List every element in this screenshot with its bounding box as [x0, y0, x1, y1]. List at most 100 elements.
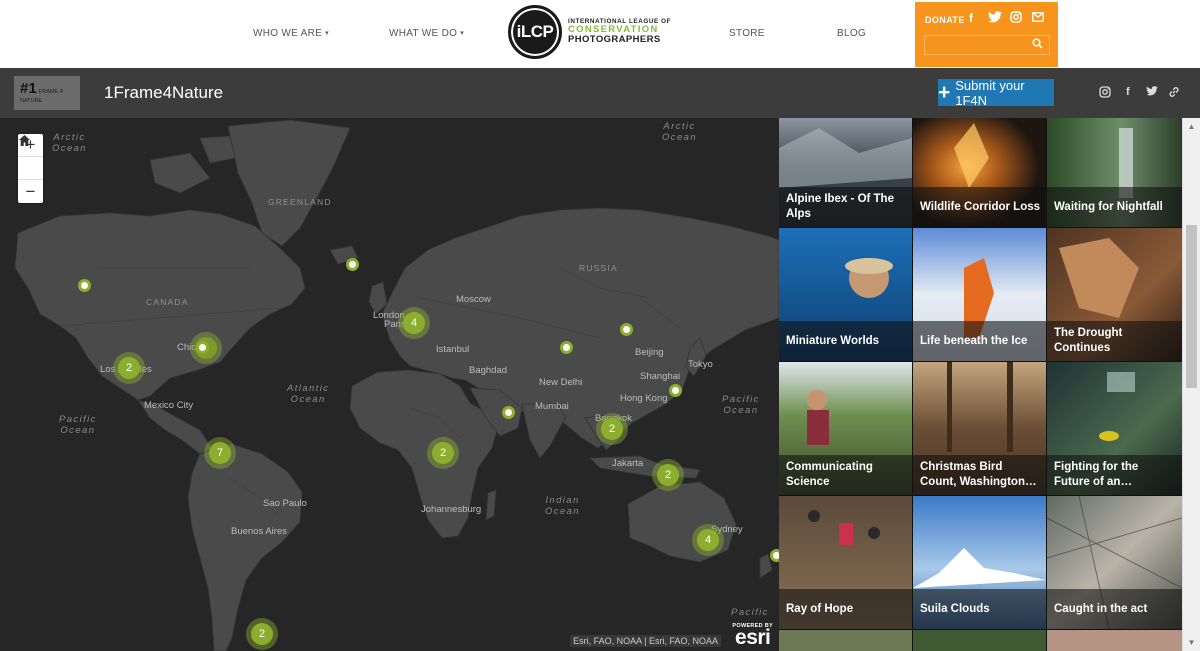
city-label: Moscow	[456, 294, 491, 305]
search-icon[interactable]	[1032, 38, 1043, 52]
gallery-tile[interactable]: Caught in the act	[1047, 496, 1182, 629]
map-attribution[interactable]: Esri, FAO, NOAA | Esri, FAO, NOAA	[570, 635, 721, 647]
city-label: Jakarta	[612, 458, 644, 469]
chevron-down-icon: ▾	[460, 30, 465, 37]
gallery-tile[interactable]: Wildlife Corridor Loss	[913, 118, 1046, 227]
nav-blog-label: BLOG	[837, 28, 866, 39]
cluster-count: 2	[657, 464, 679, 486]
region-label-russia: RUSSIA	[579, 263, 618, 273]
donate-link[interactable]: DONATE	[925, 15, 965, 25]
site-navigation: WHO WE ARE ▾ WHAT WE DO ▾ iL CP INTERNATION…	[0, 0, 1200, 68]
chevron-down-icon: ▾	[325, 30, 329, 37]
zoom-control: + −	[18, 134, 43, 203]
instagram-icon[interactable]	[1010, 11, 1022, 26]
zoom-out-button[interactable]: −	[18, 180, 43, 203]
instagram-icon[interactable]	[1099, 86, 1111, 101]
map-cluster[interactable]: 7	[204, 437, 236, 469]
home-icon	[19, 135, 30, 146]
gallery-tile[interactable]: Fighting for the Future of an…	[1047, 362, 1182, 495]
gallery-tile[interactable]: Ray of Hope	[779, 496, 912, 629]
map-point[interactable]	[78, 279, 91, 292]
gallery-tile[interactable]: Suila Clouds	[913, 496, 1046, 629]
app-title: 1Frame4Nature	[104, 83, 224, 102]
gallery-tile-title: Communicating Science	[779, 455, 912, 495]
nav-store[interactable]: STORE	[729, 28, 765, 39]
search-input[interactable]	[924, 35, 1050, 55]
cluster-count: 4	[697, 529, 719, 551]
map-point[interactable]	[560, 341, 573, 354]
gallery-tile-title: Miniature Worlds	[779, 321, 912, 361]
gallery-tile[interactable]: Life beneath the Ice	[913, 228, 1046, 361]
city-label: Mumbai	[535, 401, 569, 412]
map-cluster[interactable]: 4	[692, 524, 724, 556]
gallery-tile[interactable]: The Drought Continues	[1047, 228, 1182, 361]
nav-what-we-do-label: WHAT WE DO	[389, 28, 458, 39]
submit-1f4n-button[interactable]: + Submit your 1F4N	[938, 77, 1054, 108]
gallery-tile-title: Waiting for Nightfall	[1047, 187, 1182, 227]
gallery-tile-title: Caught in the act	[1047, 589, 1182, 629]
map-point[interactable]	[620, 323, 633, 336]
nav-blog[interactable]: BLOG	[837, 28, 866, 39]
cluster-count: 7	[209, 442, 231, 464]
gallery-tile[interactable]: Waiting for Nightfall	[1047, 118, 1182, 227]
gallery-tile-title: Suila Clouds	[913, 589, 1046, 629]
world-map[interactable]: Arctic Ocean Arctic Ocean Atlantic Ocean…	[0, 118, 779, 651]
map-cluster[interactable]: 4	[398, 307, 430, 339]
scroll-down-icon[interactable]: ▼	[1183, 634, 1200, 651]
gallery-tile[interactable]: Christmas Bird Count, Washington…	[913, 362, 1046, 495]
scroll-up-icon[interactable]: ▲	[1183, 118, 1200, 135]
cluster-count: 2	[601, 418, 623, 440]
nav-store-label: STORE	[729, 28, 765, 39]
twitter-icon[interactable]	[988, 11, 1002, 26]
city-label: Tokyo	[688, 359, 713, 370]
city-label: New Delhi	[539, 377, 583, 388]
nav-what-we-do[interactable]: WHAT WE DO ▾	[389, 28, 464, 39]
esri-logo[interactable]: POWERED BY esri	[732, 623, 773, 648]
ocean-label-pacific-east: Pacific Ocean	[722, 394, 760, 416]
ilcp-logo-text: INTERNATIONAL LEAGUE OF CONSERVATION PHO…	[568, 18, 671, 46]
gallery-scrollbar[interactable]: ▲ ▼	[1182, 118, 1200, 651]
gallery-tile-title: Life beneath the Ice	[913, 321, 1046, 361]
map-cluster[interactable]: 2	[596, 413, 628, 445]
logo-line-3: PHOTOGRAPHERS	[568, 34, 661, 46]
map-point[interactable]	[196, 341, 209, 354]
facebook-icon[interactable]: f	[969, 11, 973, 25]
home-button[interactable]	[18, 135, 43, 180]
scrollbar-thumb[interactable]	[1186, 225, 1197, 388]
gallery-tile-title: Alpine Ibex - Of The Alps	[779, 187, 912, 227]
app-header: #1 FRAME 4 NATURE 1Frame4Nature + Submit…	[0, 68, 1200, 118]
facebook-icon[interactable]: f	[1126, 86, 1130, 98]
gallery-tile-title: Ray of Hope	[779, 589, 912, 629]
cluster-count: 2	[432, 442, 454, 464]
link-icon[interactable]	[1168, 86, 1180, 101]
nav-who-we-are[interactable]: WHO WE ARE ▾	[253, 28, 329, 39]
map-cluster[interactable]: 2	[113, 352, 145, 384]
map-cluster[interactable]: 2	[246, 618, 278, 650]
city-label: Hong Kong	[620, 393, 668, 404]
city-label: Mexico City	[144, 400, 194, 411]
ocean-label-pacific-south: Pacific	[731, 607, 769, 618]
twitter-icon[interactable]	[1146, 86, 1158, 99]
logo-mark-suffix: CP	[530, 22, 554, 41]
map-point[interactable]	[770, 549, 779, 562]
map-point[interactable]	[502, 406, 515, 419]
cluster-count: 2	[251, 623, 273, 645]
app-logo-hash: #1	[20, 80, 37, 97]
gallery-tile[interactable]: Miniature Worlds	[779, 228, 912, 361]
app-logo[interactable]: #1 FRAME 4 NATURE	[14, 76, 80, 110]
map-cluster[interactable]: 2	[427, 437, 459, 469]
map-point[interactable]	[669, 384, 682, 397]
ocean-label-atlantic: Atlantic Ocean	[287, 383, 330, 405]
ilcp-logo[interactable]: iL CP INTERNATIONAL LEAGUE OF CONSERVATIO…	[508, 5, 671, 59]
city-label: Sao Paulo	[263, 498, 307, 509]
submit-button-label: Submit your 1F4N	[955, 77, 1025, 108]
ocean-label-arctic-west: Arctic Ocean	[52, 132, 87, 154]
cluster-count: 2	[118, 357, 140, 379]
gallery-tile[interactable]: Communicating Science	[779, 362, 912, 495]
map-point[interactable]	[346, 258, 359, 271]
map-cluster[interactable]: 2	[652, 459, 684, 491]
mail-icon[interactable]	[1032, 11, 1044, 25]
gallery-tile[interactable]: Alpine Ibex - Of The Alps	[779, 118, 912, 227]
cluster-count: 4	[403, 312, 425, 334]
city-label: Baghdad	[469, 365, 508, 376]
